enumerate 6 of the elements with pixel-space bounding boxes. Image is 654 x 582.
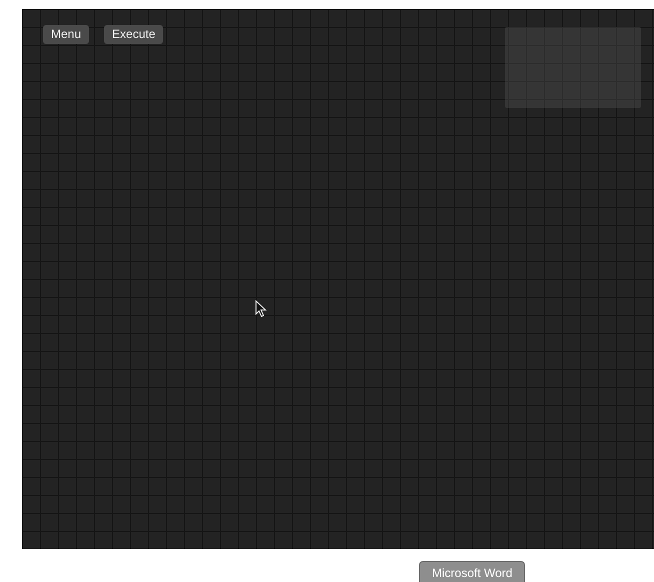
grid-canvas[interactable]: Menu Execute xyxy=(22,9,654,549)
tooltip: Microsoft Word xyxy=(419,561,526,582)
toolbar-button[interactable]: Execute xyxy=(104,25,164,44)
minimap[interactable] xyxy=(505,27,641,108)
toolbar-button[interactable]: Menu xyxy=(43,25,90,44)
pointer-icon xyxy=(255,300,267,318)
